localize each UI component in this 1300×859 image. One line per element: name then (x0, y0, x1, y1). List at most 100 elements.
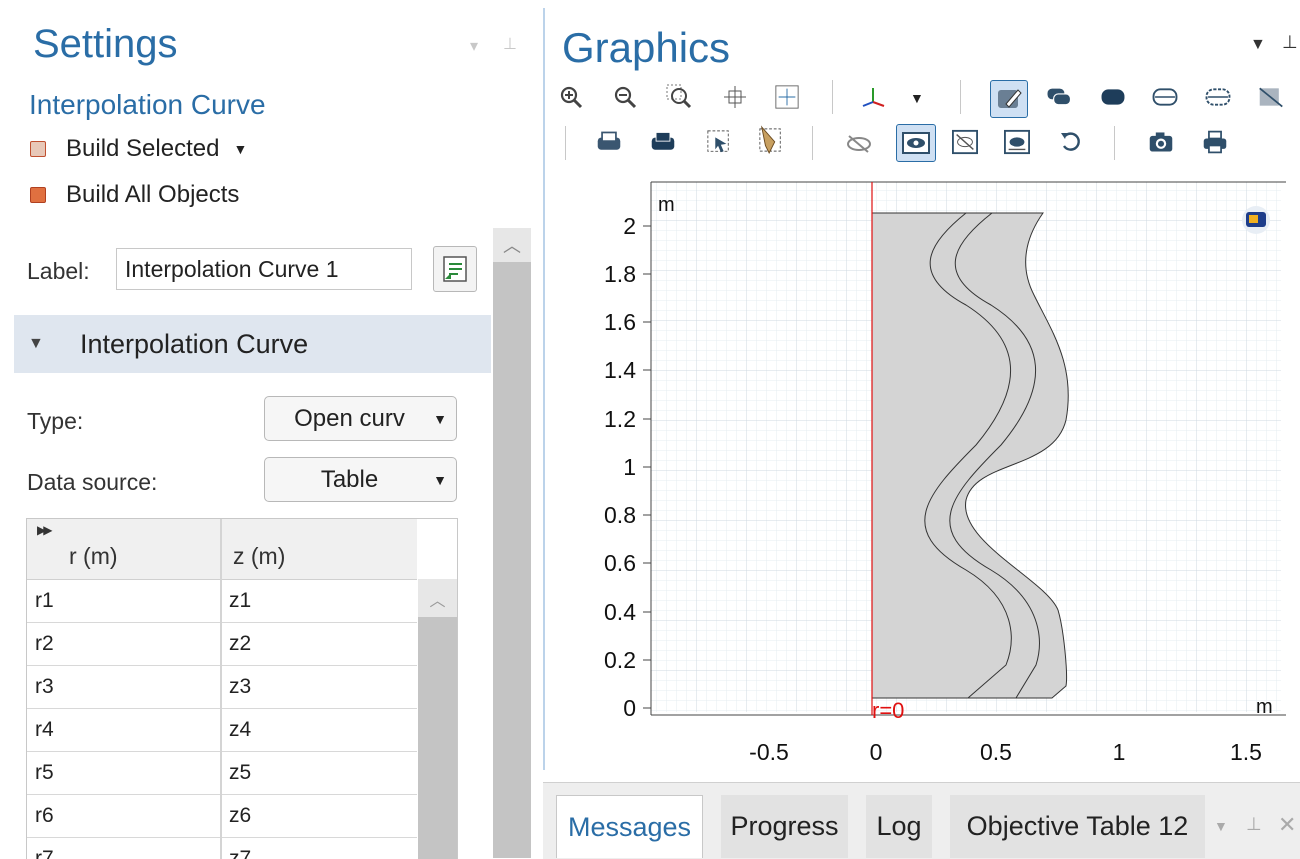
zoom-to-selection-icon[interactable] (596, 129, 622, 155)
expand-icon[interactable]: ▶▶ (37, 523, 53, 537)
center-icon[interactable] (722, 84, 748, 110)
settings-scrollbar-thumb[interactable] (493, 262, 531, 858)
cell-r[interactable]: r4 (35, 718, 54, 742)
label-caption: Label: (27, 258, 90, 284)
draw-geometry-icon[interactable] (990, 80, 1028, 118)
panel-menu-icon[interactable]: ▼ (1250, 36, 1266, 54)
build-selected-button[interactable]: Build Selected ▼ (30, 135, 247, 163)
y-tick: 1.2 (604, 406, 636, 432)
data-source-select[interactable]: Table ▼ (264, 457, 457, 502)
scroll-up-icon[interactable]: ︿ (493, 228, 531, 262)
chevron-down-icon[interactable]: ▼ (910, 90, 924, 106)
selection-filter-icon[interactable] (1152, 84, 1178, 110)
table-header: ▶▶ r (m) z (m) (27, 519, 417, 581)
table-row[interactable]: r5 z5 (27, 752, 417, 796)
collapse-caret-icon[interactable]: ▼ (28, 335, 80, 353)
select-objects-icon[interactable] (650, 129, 676, 155)
cell-r[interactable]: r6 (35, 804, 54, 828)
tab-progress[interactable]: Progress (721, 795, 848, 858)
cell-z[interactable]: z2 (229, 632, 251, 656)
toolbar-separator (812, 126, 813, 160)
chevron-down-icon[interactable]: ▼ (1214, 818, 1228, 834)
x-tick: -0.5 (749, 739, 789, 765)
table-scrollbar-thumb[interactable] (418, 617, 457, 859)
x-tick: 1 (1113, 739, 1126, 765)
settings-panel: Settings ▾ ⊥ Interpolation Curve Build S… (0, 0, 535, 859)
y-tick-labels: 0 0.2 0.4 0.6 0.8 1 1.2 1.4 1.6 1.8 2 (604, 213, 636, 721)
y-tick: 0.8 (604, 502, 636, 528)
type-caption: Type: (27, 408, 84, 434)
table-row[interactable]: r2 z2 (27, 623, 417, 667)
geometry-plot[interactable]: r=0 0 0.2 0.4 0.6 0.8 1 1.2 1.4 1.6 1.8 … (546, 170, 1300, 770)
zoom-extents-icon[interactable] (774, 84, 800, 110)
view-cube-icon[interactable] (1242, 206, 1270, 234)
show-default-label-button[interactable] (433, 246, 477, 292)
zoom-in-icon[interactable] (558, 84, 584, 110)
y-tick: 1.6 (604, 309, 636, 335)
section-interpolation-curve[interactable]: ▼ Interpolation Curve (14, 315, 491, 373)
column-header-z[interactable]: z (m) (233, 543, 285, 570)
table-row[interactable]: r7 z7 (27, 838, 417, 859)
cell-z[interactable]: z1 (229, 589, 251, 613)
select-box-icon[interactable] (706, 129, 732, 155)
cell-z[interactable]: z3 (229, 675, 251, 699)
cell-z[interactable]: z6 (229, 804, 251, 828)
axis-orientation-icon[interactable] (860, 84, 886, 110)
clear-selection-icon[interactable] (758, 125, 784, 155)
build-all-label: Build All Objects (66, 181, 240, 208)
tab-objective-table[interactable]: Objective Table 12 (950, 795, 1205, 858)
table-row[interactable]: r1 z1 (27, 580, 417, 624)
cell-r[interactable]: r3 (35, 675, 54, 699)
section-title: Interpolation Curve (80, 328, 309, 359)
build-all-icon (30, 187, 46, 203)
data-source-value: Table (320, 465, 379, 493)
table-row[interactable]: r4 z4 (27, 709, 417, 753)
cell-r[interactable]: r7 (35, 847, 54, 859)
reset-view-icon[interactable] (1058, 129, 1084, 155)
tab-messages[interactable]: Messages (556, 795, 703, 858)
panel-divider (543, 8, 545, 770)
x-tick: 1.5 (1230, 739, 1262, 765)
hide-icon[interactable] (846, 131, 872, 157)
show-icon[interactable] (896, 124, 936, 162)
panel-menu-icon[interactable]: ▾ (470, 36, 478, 56)
pin-icon[interactable]: ⊥ (1246, 814, 1262, 835)
solid-rendering-icon[interactable] (1100, 84, 1126, 110)
build-all-objects-button[interactable]: Build All Objects (30, 181, 239, 209)
chevron-down-icon[interactable]: ▼ (233, 141, 247, 157)
scroll-up-icon[interactable]: ︿ (418, 581, 457, 617)
graphics-canvas[interactable]: r=0 0 0.2 0.4 0.6 0.8 1 1.2 1.4 1.6 1.8 … (546, 170, 1300, 770)
table-row[interactable]: r6 z6 (27, 795, 417, 839)
cell-z[interactable]: z7 (229, 847, 251, 859)
pin-icon[interactable]: ⊥ (503, 34, 517, 54)
column-header-r[interactable]: r (m) (69, 543, 118, 570)
x-tick: 0 (870, 739, 883, 765)
toolbar-separator (565, 126, 566, 160)
label-field[interactable] (116, 248, 412, 290)
cell-r[interactable]: r5 (35, 761, 54, 785)
pin-icon[interactable]: ⊥ (1282, 32, 1298, 53)
toolbar-separator (1114, 126, 1115, 160)
transparency-icon[interactable] (1258, 84, 1284, 110)
build-selected-icon (30, 141, 46, 157)
y-tick: 1.4 (604, 357, 636, 383)
reset-hiding-icon[interactable] (1004, 129, 1030, 155)
cell-r[interactable]: r1 (35, 589, 54, 613)
node-type-title: Interpolation Curve (29, 89, 266, 120)
toolbar-separator (960, 80, 961, 114)
table-row[interactable]: r3 z3 (27, 666, 417, 710)
type-select[interactable]: Open curv ▼ (264, 396, 457, 441)
close-icon[interactable]: ✕ (1278, 812, 1296, 838)
wireframe-rendering-icon[interactable] (1046, 84, 1072, 110)
tab-log[interactable]: Log (866, 795, 932, 858)
print-icon[interactable] (1202, 129, 1228, 155)
boundary-selection-icon[interactable] (1205, 84, 1231, 110)
zoom-out-icon[interactable] (612, 84, 638, 110)
column-divider (220, 519, 222, 859)
hide-selected-icon[interactable] (952, 129, 978, 155)
cell-r[interactable]: r2 (35, 632, 54, 656)
cell-z[interactable]: z5 (229, 761, 251, 785)
cell-z[interactable]: z4 (229, 718, 251, 742)
zoom-box-icon[interactable] (666, 84, 692, 110)
camera-icon[interactable] (1148, 129, 1174, 155)
